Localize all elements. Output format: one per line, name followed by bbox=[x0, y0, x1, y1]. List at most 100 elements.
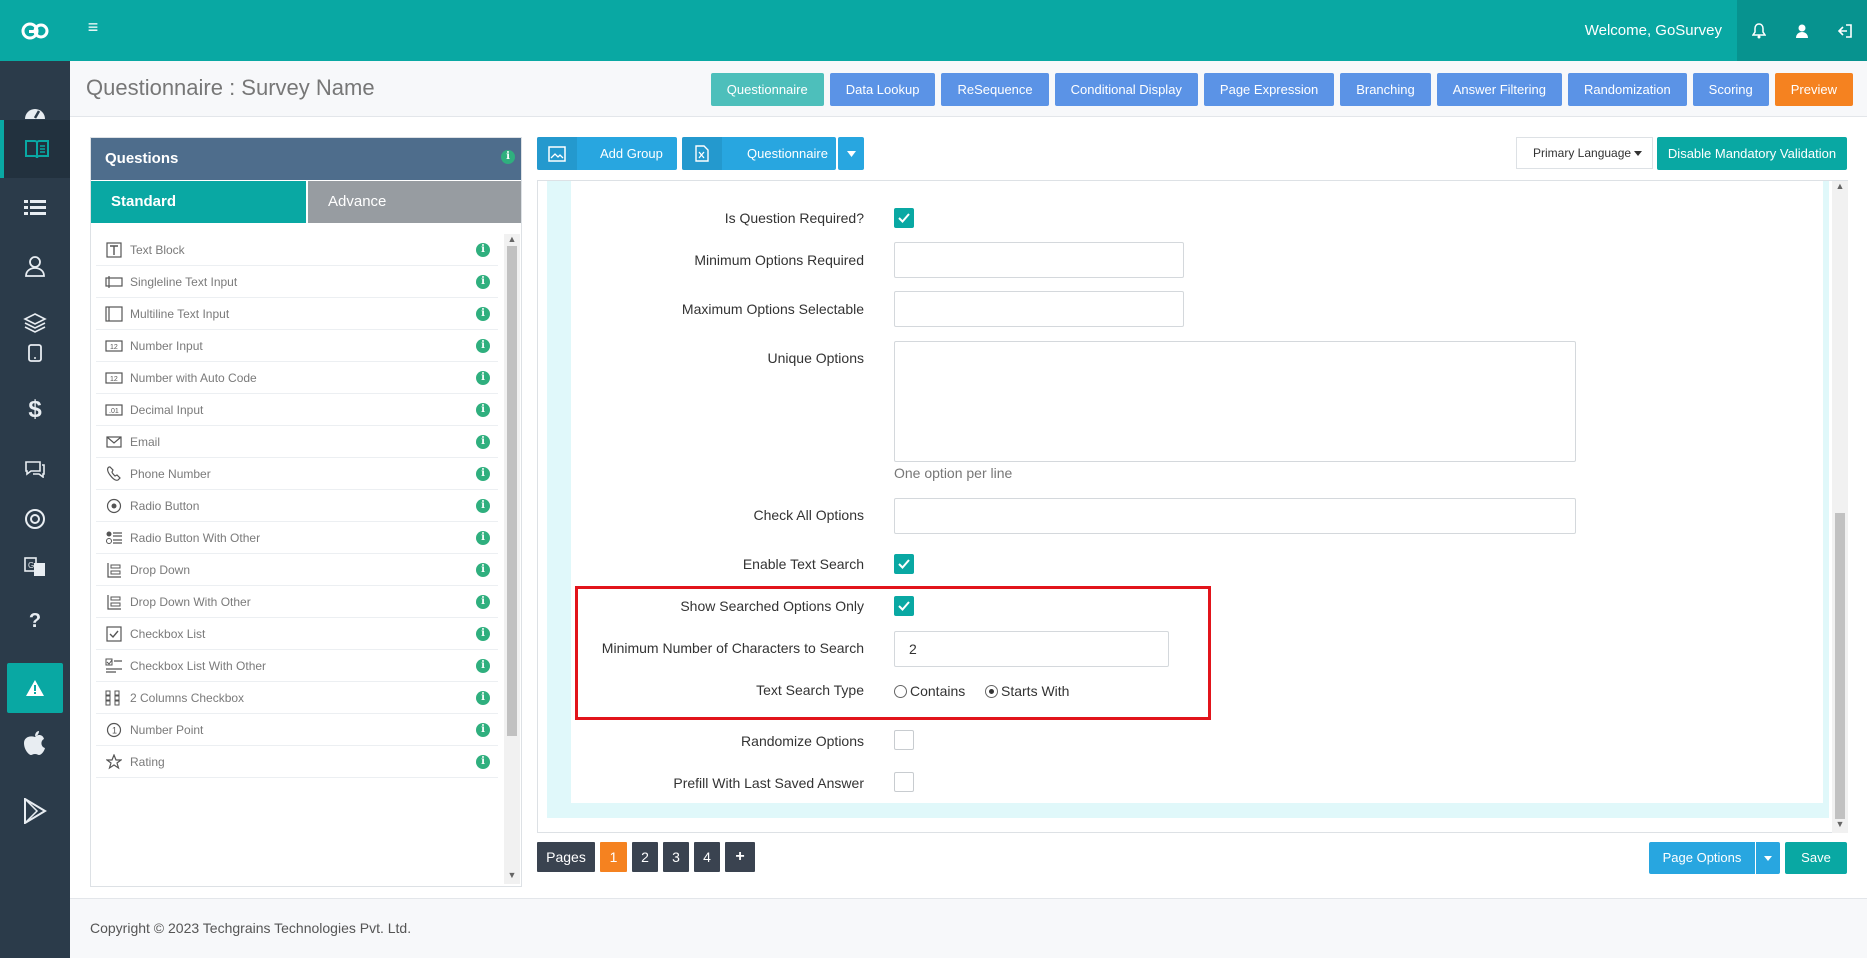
questionnaire-dropdown-button[interactable] bbox=[838, 137, 864, 170]
menu-toggle-icon[interactable]: ≡ bbox=[82, 16, 104, 38]
page-4-button[interactable]: 4 bbox=[694, 842, 720, 872]
radio-starts-with[interactable]: Starts With bbox=[985, 683, 1069, 699]
editor-scroll-thumb[interactable] bbox=[1835, 513, 1845, 819]
question-type-list: Text Block i Singleline Text Input i Multili… bbox=[91, 234, 503, 884]
scroll-down-icon[interactable]: ▼ bbox=[1832, 819, 1848, 831]
page-expression-button[interactable]: Page Expression bbox=[1203, 73, 1335, 106]
info-icon[interactable]: i bbox=[476, 723, 490, 737]
resequence-button[interactable]: ReSequence bbox=[941, 73, 1049, 106]
question-type-item[interactable]: Radio Button With Other i bbox=[96, 522, 498, 554]
min-chars-input[interactable]: 2 bbox=[894, 631, 1169, 667]
number-auto-code-icon: 12 bbox=[102, 371, 126, 385]
tab-standard[interactable]: Standard bbox=[91, 181, 306, 223]
user-icon[interactable] bbox=[1780, 0, 1823, 61]
randomization-button[interactable]: Randomization bbox=[1567, 73, 1687, 106]
question-type-item[interactable]: 1 Number Point i bbox=[96, 714, 498, 746]
page-1-button[interactable]: 1 bbox=[600, 842, 627, 872]
info-icon[interactable]: i bbox=[476, 595, 490, 609]
bell-icon[interactable] bbox=[1737, 0, 1780, 61]
save-button[interactable]: Save bbox=[1785, 842, 1847, 874]
question-type-item[interactable]: Checkbox List With Other i bbox=[96, 650, 498, 682]
is-required-checkbox[interactable] bbox=[894, 208, 914, 228]
enable-search-checkbox[interactable] bbox=[894, 554, 914, 574]
question-type-item[interactable]: Radio Button i bbox=[96, 490, 498, 522]
page-options-dropdown-icon[interactable] bbox=[1756, 842, 1780, 874]
data-lookup-button[interactable]: Data Lookup bbox=[829, 73, 936, 106]
info-icon[interactable]: i bbox=[476, 691, 490, 705]
scroll-down-icon[interactable]: ▼ bbox=[504, 870, 520, 882]
min-options-input[interactable] bbox=[894, 242, 1184, 278]
info-icon[interactable]: i bbox=[476, 531, 490, 545]
question-type-item[interactable]: Drop Down i bbox=[96, 554, 498, 586]
page-2-button[interactable]: 2 bbox=[632, 842, 658, 872]
page-3-button[interactable]: 3 bbox=[663, 842, 689, 872]
prefill-checkbox[interactable] bbox=[894, 772, 914, 792]
add-page-button[interactable]: + bbox=[725, 842, 755, 872]
info-icon[interactable]: i bbox=[476, 563, 490, 577]
question-type-item[interactable]: Text Block i bbox=[96, 234, 498, 266]
info-icon[interactable]: i bbox=[476, 243, 490, 257]
logout-icon[interactable] bbox=[1823, 0, 1866, 61]
info-icon[interactable]: i bbox=[476, 275, 490, 289]
radio-contains[interactable]: Contains bbox=[894, 683, 965, 699]
question-type-item[interactable]: 12 Number Input i bbox=[96, 330, 498, 362]
add-group-button[interactable]: Add Group bbox=[537, 137, 677, 170]
questions-scrollbar[interactable]: ▲ ▼ bbox=[504, 234, 520, 884]
drop-down-icon bbox=[102, 562, 126, 578]
translate-icon[interactable]: G bbox=[0, 537, 70, 597]
question-type-item[interactable]: Rating i bbox=[96, 746, 498, 778]
tab-advance[interactable]: Advance bbox=[308, 181, 521, 223]
scoring-button[interactable]: Scoring bbox=[1692, 73, 1769, 106]
info-icon[interactable]: i bbox=[476, 435, 490, 449]
question-type-item[interactable]: Checkbox List i bbox=[96, 618, 498, 650]
editor-scrollbar[interactable]: ▲ ▼ bbox=[1832, 181, 1848, 833]
info-icon[interactable]: i bbox=[476, 627, 490, 641]
question-type-item[interactable]: .01 Decimal Input i bbox=[96, 394, 498, 426]
question-type-item[interactable]: Phone Number i bbox=[96, 458, 498, 490]
info-icon[interactable]: i bbox=[476, 339, 490, 353]
info-icon[interactable]: i bbox=[476, 403, 490, 417]
questionnaire-tab-button[interactable]: Questionnaire bbox=[710, 73, 824, 106]
info-icon[interactable]: i bbox=[476, 499, 490, 513]
list-icon[interactable] bbox=[0, 178, 70, 238]
answer-filtering-button[interactable]: Answer Filtering bbox=[1436, 73, 1562, 106]
alert-icon[interactable] bbox=[7, 663, 63, 713]
radio-button-icon bbox=[102, 498, 126, 514]
show-searched-checkbox[interactable] bbox=[894, 596, 914, 616]
max-options-input[interactable] bbox=[894, 291, 1184, 327]
conditional-display-button[interactable]: Conditional Display bbox=[1054, 73, 1198, 106]
info-icon[interactable]: i bbox=[476, 755, 490, 769]
dollar-icon[interactable]: $ bbox=[0, 380, 70, 440]
page-options-button[interactable]: Page Options bbox=[1649, 842, 1755, 874]
info-icon[interactable]: i bbox=[476, 659, 490, 673]
gosurvey-logo-icon[interactable] bbox=[0, 0, 70, 61]
user-outline-icon[interactable] bbox=[0, 236, 70, 296]
scroll-up-icon[interactable]: ▲ bbox=[504, 234, 520, 246]
question-type-item[interactable]: Singleline Text Input i bbox=[96, 266, 498, 298]
info-icon[interactable]: i bbox=[476, 371, 490, 385]
info-icon[interactable]: i bbox=[476, 307, 490, 321]
help-icon[interactable]: ? bbox=[0, 591, 70, 651]
scroll-thumb[interactable] bbox=[507, 246, 517, 736]
info-icon[interactable]: i bbox=[501, 150, 515, 164]
question-type-item[interactable]: Drop Down With Other i bbox=[96, 586, 498, 618]
info-icon[interactable]: i bbox=[476, 467, 490, 481]
questionnaire-button[interactable]: Questionnaire bbox=[682, 137, 836, 170]
question-type-item[interactable]: Email i bbox=[96, 426, 498, 458]
preview-button[interactable]: Preview bbox=[1774, 73, 1853, 106]
tablet-icon[interactable] bbox=[0, 323, 70, 383]
question-type-item[interactable]: 12 Number with Auto Code i bbox=[96, 362, 498, 394]
question-type-item[interactable]: Multiline Text Input i bbox=[96, 298, 498, 330]
disable-mandatory-validation-button[interactable]: Disable Mandatory Validation bbox=[1657, 137, 1847, 170]
randomize-checkbox[interactable] bbox=[894, 730, 914, 750]
check-all-input[interactable] bbox=[894, 498, 1576, 534]
svg-text:.01: .01 bbox=[109, 408, 119, 415]
primary-language-select[interactable]: Primary Language bbox=[1516, 137, 1653, 169]
question-type-item[interactable]: 2 Columns Checkbox i bbox=[96, 682, 498, 714]
apple-icon[interactable] bbox=[0, 713, 70, 773]
questionnaire-book-icon[interactable] bbox=[0, 120, 70, 178]
play-store-icon[interactable] bbox=[0, 781, 70, 841]
unique-options-textarea[interactable] bbox=[894, 341, 1576, 462]
branching-button[interactable]: Branching bbox=[1340, 73, 1431, 106]
scroll-up-icon[interactable]: ▲ bbox=[1832, 181, 1848, 193]
